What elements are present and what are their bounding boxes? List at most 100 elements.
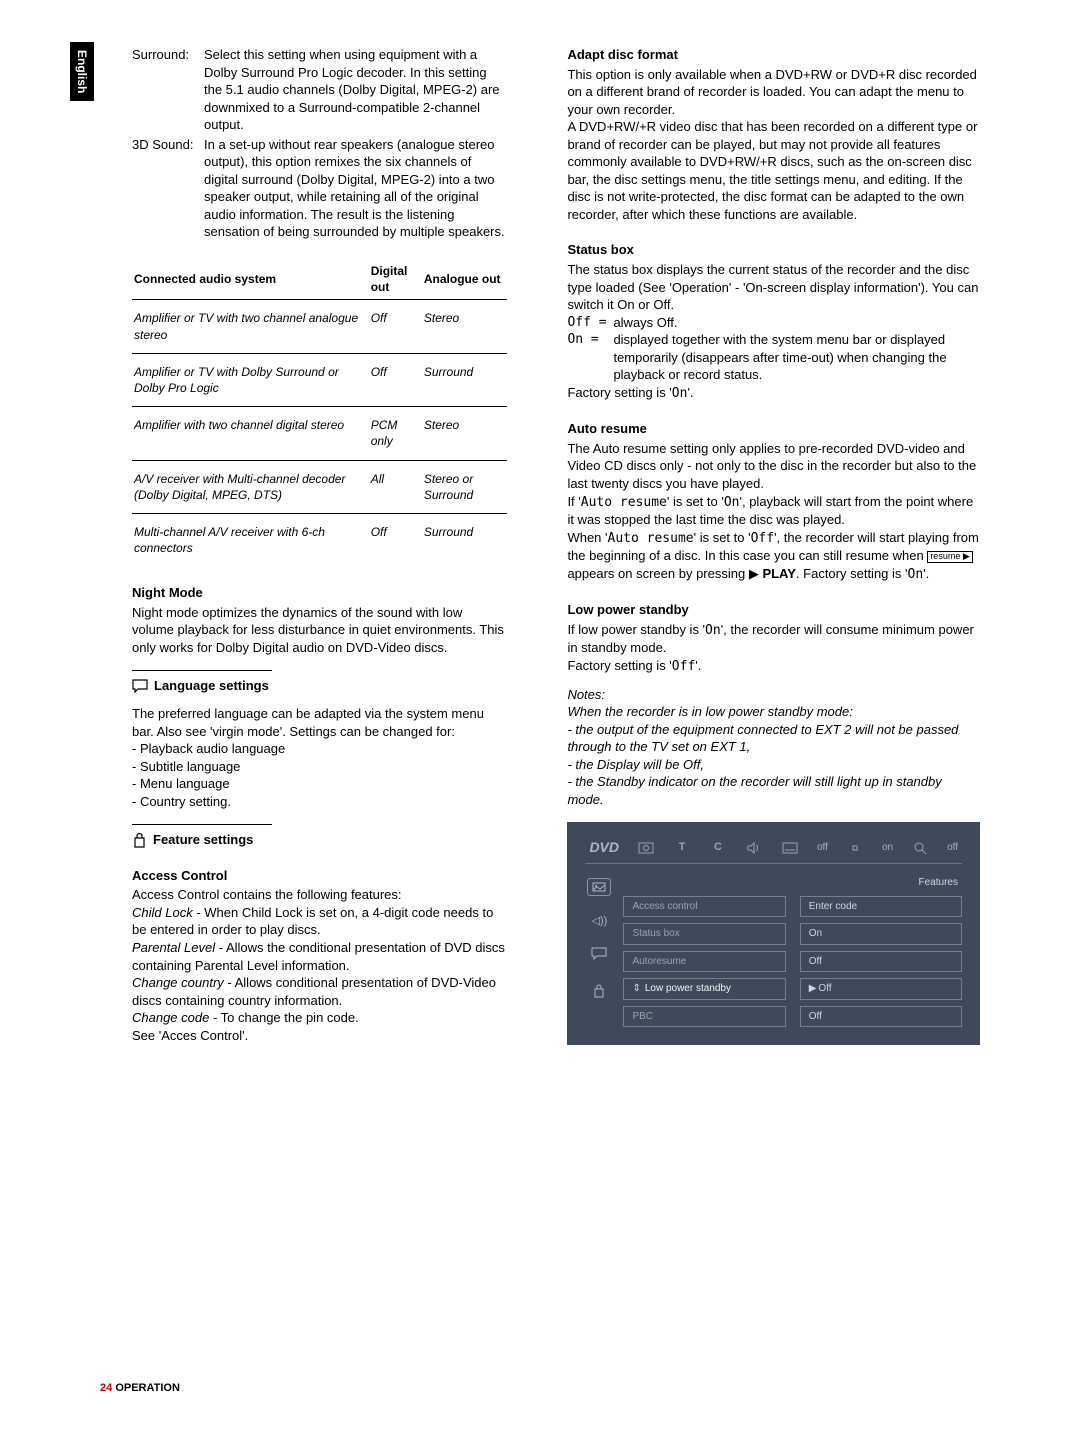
table-row: A/V receiver with Multi-channel decoder … [132,460,507,513]
osd-audio-icon [745,841,763,855]
night-mode-title: Night Mode [132,584,507,602]
notes-title: Notes: [567,686,980,704]
play-triangle-icon: ▶ [749,566,763,581]
language-item: - Playback audio language [132,740,507,758]
cell: Stereo or Surround [422,460,508,513]
updown-icon: ⇕ [632,983,640,994]
lp-title: Low power standby [567,601,980,619]
resume-chip-icon: resume ▶ [927,551,972,563]
status-intro: The status box displays the current stat… [567,261,980,314]
mono: On [724,495,740,510]
cell: Amplifier or TV with two channel analogu… [132,300,369,353]
txt: Factory setting is ' [567,658,671,673]
txt: . Factory setting is ' [796,566,908,581]
language-intro: The preferred language can be adapted vi… [132,705,507,740]
th-system: Connected audio system [132,259,369,300]
osd-value-item: Enter code [800,896,962,918]
cell: Surround [422,353,508,406]
table-row: Amplifier or TV with Dolby Surround or D… [132,353,507,406]
access-line: Child Lock - When Child Lock is set on, … [132,904,507,939]
txt: '. [923,566,929,581]
txt: ' is set to ' [694,530,751,545]
th-analogue: Analogue out [422,259,508,300]
cell: Surround [422,513,508,566]
audio-system-table: Connected audio system Digital out Analo… [132,259,507,566]
table-row: Amplifier or TV with two channel analogu… [132,300,507,353]
adapt-title: Adapt disc format [567,46,980,64]
cell: Amplifier with two channel digital stere… [132,407,369,460]
em: Child Lock [132,905,193,920]
def-surround: Surround: Select this setting when using… [132,46,507,134]
em: Change country [132,975,224,990]
cell: Stereo [422,407,508,460]
osd-value-item: On [800,923,962,945]
osd-features-icon [592,984,606,1003]
osd-zoom-icon [911,841,929,855]
txt: If low power standby is ' [567,622,705,637]
access-line: Parental Level - Allows the conditional … [132,939,507,974]
access-control-title: Access Control [132,867,507,885]
osd-language-icon [591,947,607,966]
access-see: See 'Acces Control'. [132,1027,507,1045]
osd-menu-item: PBC [623,1006,785,1028]
mono: Off [751,531,774,546]
mono: Auto resume [581,495,667,510]
cell: PCM only [369,407,422,460]
notes-line: - the Display will be Off, [567,756,980,774]
status-off-line: Off = always Off. [567,314,980,332]
txt: When ' [567,530,607,545]
cell: Stereo [422,300,508,353]
cell: Multi-channel A/V receiver with 6-ch con… [132,513,369,566]
osd-lists: Features Access control Status box Autor… [623,876,962,1027]
mono: On [672,386,688,401]
osd-menu-item: Autoresume [623,951,785,973]
osd-body: ◁)) Features Access control Status box A… [585,864,962,1027]
access-control-intro: Access Control contains the following fe… [132,886,507,904]
status-on-line: On = displayed together with the system … [567,331,980,384]
adapt-p1: This option is only available when a DVD… [567,66,980,119]
status-on-term: On = [567,331,613,384]
status-factory: Factory setting is 'On'. [567,384,980,403]
auto-p1: The Auto resume setting only applies to … [567,440,980,493]
notes-line: When the recorder is in low power standb… [567,703,980,721]
txt: appears on screen by pressing [567,566,748,581]
def-body: Select this setting when using equipment… [204,46,507,134]
divider [132,670,272,671]
language-settings-label: Language settings [154,677,269,695]
cell: Amplifier or TV with Dolby Surround or D… [132,353,369,406]
def-term: 3D Sound: [132,136,204,241]
cell: Off [369,353,422,406]
play-label: PLAY [762,566,795,581]
osd-t-icon: T [673,841,691,855]
table-row: Multi-channel A/V receiver with 6-ch con… [132,513,507,566]
speech-bubble-icon [132,679,148,693]
txt: ' is set to ' [667,494,724,509]
auto-p3: When 'Auto resume' is set to 'Off', the … [567,529,980,584]
auto-title: Auto resume [567,420,980,438]
access-line: Change code - To change the pin code. [132,1009,507,1027]
lp-body: If low power standby is 'On', the record… [567,621,980,657]
status-off-body: always Off. [613,314,677,332]
def-term: Surround: [132,46,204,134]
osd-dvd-logo: DVD [589,838,619,857]
txt: '. [695,658,701,673]
language-item: - Subtitle language [132,758,507,776]
divider [132,824,272,825]
def-3dsound: 3D Sound: In a set-up without rear speak… [132,136,507,241]
osd-value-item-active: ▶Off [800,978,962,1000]
osd-screenshot: DVD T C off ⧉ on off ◁)) [567,822,980,1045]
osd-top-bar: DVD T C off ⧉ on off [585,836,962,864]
txt: Off [818,983,831,994]
mono: On [705,623,721,638]
page-number: 24 [100,1382,112,1394]
feature-settings-heading: Feature settings [132,831,507,849]
osd-top-value: on [882,841,893,855]
status-title: Status box [567,241,980,259]
mono: Auto resume [608,531,694,546]
mono: On [908,567,924,582]
right-column: Adapt disc format This option is only av… [567,46,980,1045]
sound-definitions: Surround: Select this setting when using… [132,46,507,241]
notes-line: - the Standby indicator on the recorder … [567,773,980,808]
adapt-p2: A DVD+RW/+R video disc that has been rec… [567,118,980,223]
osd-side-nav: ◁)) [585,876,613,1027]
